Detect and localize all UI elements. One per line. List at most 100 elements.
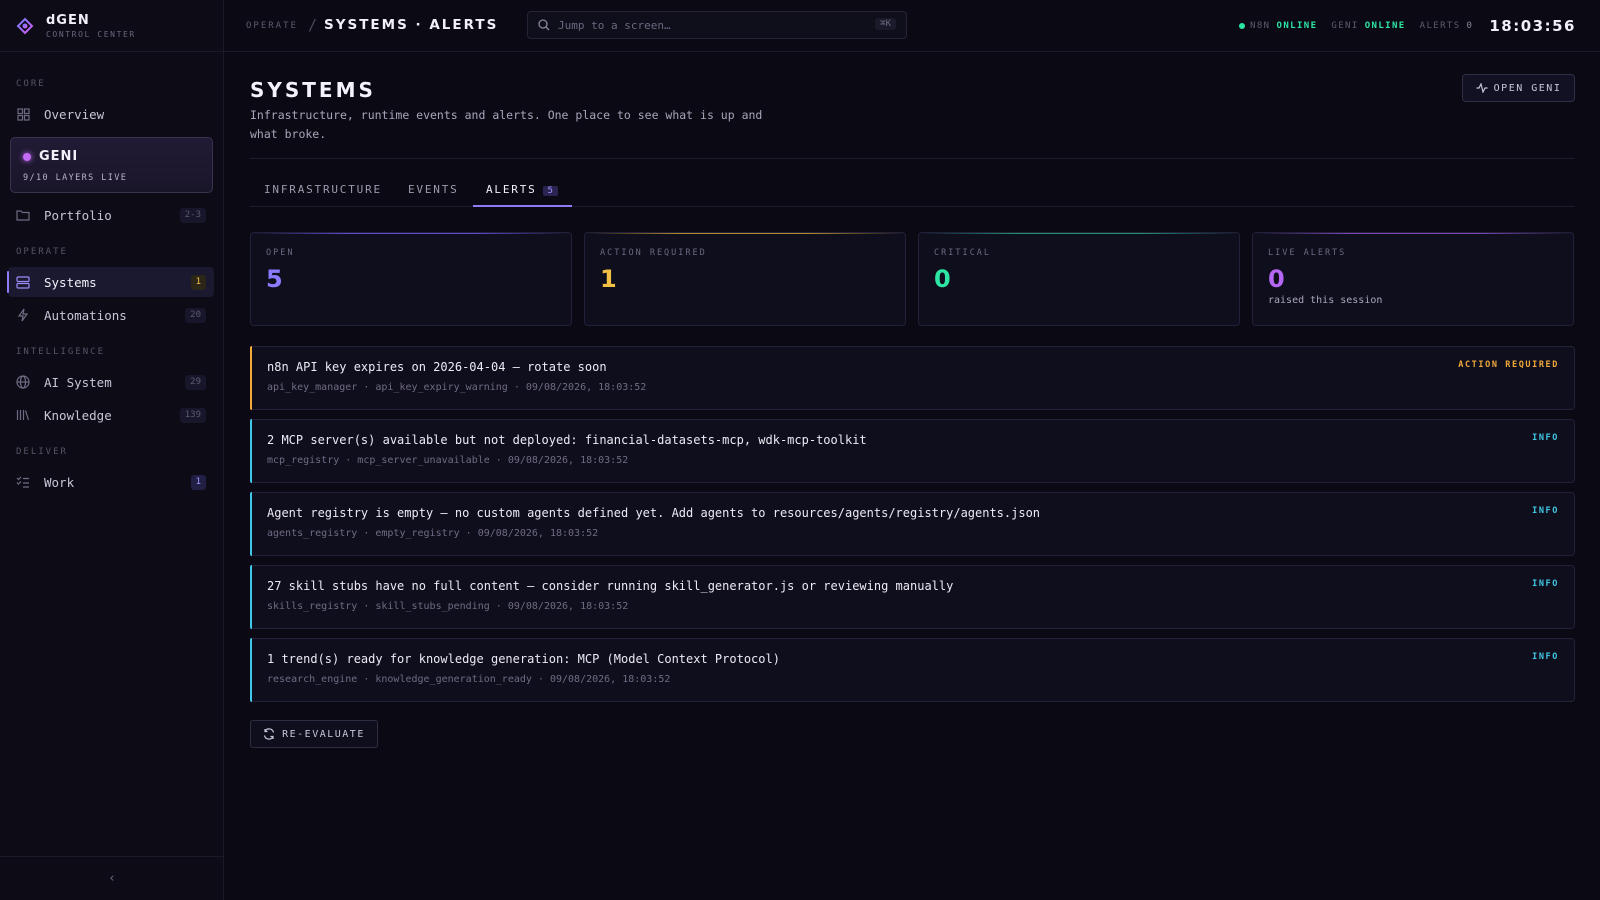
sidebar-item-badge: 29: [185, 375, 206, 390]
nav-section-operate: OPERATE: [16, 247, 68, 257]
tab-alerts[interactable]: ALERTS 5: [473, 174, 572, 207]
sidebar-item-badge: 139: [179, 408, 206, 423]
page-title: SYSTEMS: [250, 78, 376, 102]
sidebar-item-portfolio[interactable]: Portfolio 2-3: [8, 200, 214, 230]
list-item[interactable]: 2 MCP server(s) available but not deploy…: [250, 419, 1575, 483]
checklist-icon: [16, 475, 30, 489]
stat-value: 1: [600, 265, 617, 293]
alert-level-badge: INFO: [1532, 579, 1559, 589]
sidebar-item-badge: 2-3: [179, 208, 206, 223]
tab-events[interactable]: EVENTS: [408, 174, 459, 207]
stat-note: raised this session: [1268, 295, 1383, 306]
sidebar-item-label: Automations: [44, 307, 127, 323]
tabs: INFRASTRUCTURE EVENTS ALERTS 5: [250, 174, 1575, 207]
alert-meta: api_key_manager · api_key_expiry_warning…: [267, 382, 647, 393]
alert-meta: agents_registry · empty_registry · 09/08…: [267, 528, 599, 539]
chevron-left-icon: ‹: [108, 871, 116, 886]
alerts-count: 0: [1466, 21, 1474, 31]
alert-title: 27 skill stubs have no full content — co…: [267, 579, 954, 593]
sidebar-item-badge: 1: [190, 475, 206, 490]
geni-card[interactable]: GENI 9/10 LAYERS LIVE: [10, 137, 213, 193]
brand-subtitle: CONTROL CENTER: [46, 29, 136, 39]
nav-section-deliver: DELIVER: [16, 447, 68, 457]
stat-label: OPEN: [266, 248, 295, 258]
online-dot-icon: [1239, 23, 1246, 29]
alerts-label: ALERTS: [1419, 21, 1461, 31]
sidebar-item-label: Work: [44, 474, 75, 490]
stat-value: 5: [266, 265, 283, 293]
page-description: Infrastructure, runtime events and alert…: [250, 108, 763, 141]
breadcrumb-section[interactable]: OPERATE: [246, 21, 298, 31]
stat-value: 0: [934, 265, 951, 293]
alert-level-badge: INFO: [1532, 506, 1559, 516]
alert-title: 2 MCP server(s) available but not deploy…: [267, 433, 867, 447]
tab-label: EVENTS: [408, 183, 459, 196]
logo-icon: [16, 17, 34, 34]
sidebar-item-overview[interactable]: Overview: [8, 99, 214, 129]
brand[interactable]: dGEN CONTROL CENTER: [0, 0, 223, 52]
list-item[interactable]: 27 skill stubs have no full content — co…: [250, 565, 1575, 629]
stat-label: LIVE ALERTS: [1268, 248, 1347, 258]
tab-infrastructure[interactable]: INFRASTRUCTURE: [264, 174, 382, 207]
geni-subtitle: 9/10 LAYERS LIVE: [23, 173, 128, 183]
sidebar-item-label: Knowledge: [44, 407, 112, 423]
brand-name: dGEN: [46, 12, 90, 28]
lightning-icon: [16, 308, 30, 322]
alert-level-badge: INFO: [1532, 652, 1559, 662]
sidebar-item-badge: 1: [190, 275, 206, 290]
sidebar: dGEN CONTROL CENTER CORE Overview GENI 9…: [0, 0, 224, 900]
breadcrumb-separator: /: [308, 16, 318, 34]
re-evaluate-label: RE-EVALUATE: [282, 728, 365, 740]
tab-label: INFRASTRUCTURE: [264, 183, 382, 196]
sidebar-item-label: AI System: [44, 374, 112, 390]
activity-icon: [1476, 83, 1488, 93]
server-icon: [16, 275, 30, 289]
collapse-sidebar-button[interactable]: ‹: [0, 856, 224, 900]
stat-card-live-alerts: LIVE ALERTS 0 raised this session: [1252, 232, 1574, 326]
stats-cards: OPEN 5 ACTION REQUIRED 1 CRITICAL 0 LIVE…: [250, 232, 1575, 326]
library-icon: [16, 408, 30, 422]
folder-icon: [16, 208, 30, 222]
open-geni-button[interactable]: OPEN GENI: [1462, 74, 1575, 102]
sidebar-item-label: Systems: [44, 274, 97, 290]
sidebar-item-automations[interactable]: Automations 20: [8, 300, 214, 330]
n8n-status: ONLINE: [1276, 21, 1318, 31]
alert-level-badge: ACTION REQUIRED: [1458, 360, 1559, 370]
stat-card-critical: CRITICAL 0: [918, 232, 1240, 326]
divider: [250, 158, 1575, 159]
open-geni-label: OPEN GENI: [1493, 82, 1562, 94]
re-evaluate-button[interactable]: RE-EVALUATE: [250, 720, 378, 748]
status-dot-icon: [23, 152, 31, 161]
alert-level-badge: INFO: [1532, 433, 1559, 443]
globe-icon: [16, 375, 30, 389]
alert-meta: mcp_registry · mcp_server_unavailable · …: [267, 455, 629, 466]
geni-title: GENI: [39, 149, 79, 164]
sidebar-item-knowledge[interactable]: Knowledge 139: [8, 400, 214, 430]
geni-status: ONLINE: [1364, 21, 1406, 31]
alert-title: 1 trend(s) ready for knowledge generatio…: [267, 652, 780, 666]
status-bar: N8N ONLINE GENI ONLINE ALERTS 0 18:03:56: [1239, 0, 1576, 52]
search-icon: [538, 19, 550, 31]
sidebar-item-badge: 20: [185, 308, 206, 323]
stat-value: 0: [1268, 265, 1285, 293]
tab-label: ALERTS: [486, 183, 537, 196]
clock: 18:03:56: [1489, 17, 1576, 35]
search-input[interactable]: Jump to a screen… ⌘K: [527, 11, 907, 39]
stat-label: ACTION REQUIRED: [600, 248, 707, 258]
refresh-icon: [264, 728, 275, 740]
list-item[interactable]: 1 trend(s) ready for knowledge generatio…: [250, 638, 1575, 702]
sidebar-item-ai-system[interactable]: AI System 29: [8, 367, 214, 397]
alert-meta: research_engine · knowledge_generation_r…: [267, 674, 671, 685]
alert-title: Agent registry is empty — no custom agen…: [267, 506, 1041, 520]
sidebar-item-label: Portfolio: [44, 207, 112, 223]
search-shortcut: ⌘K: [875, 18, 896, 30]
topbar: OPERATE / SYSTEMS · ALERTS Jump to a scr…: [224, 0, 1600, 52]
alert-meta: skills_registry · skill_stubs_pending · …: [267, 601, 629, 612]
sidebar-item-systems[interactable]: Systems 1: [7, 267, 214, 297]
list-item[interactable]: n8n API key expires on 2026-04-04 — rota…: [250, 346, 1575, 410]
list-item[interactable]: Agent registry is empty — no custom agen…: [250, 492, 1575, 556]
grid-icon: [16, 107, 30, 121]
nav-section-core: CORE: [16, 79, 46, 89]
search-placeholder: Jump to a screen…: [558, 18, 671, 32]
sidebar-item-work[interactable]: Work 1: [8, 467, 214, 497]
